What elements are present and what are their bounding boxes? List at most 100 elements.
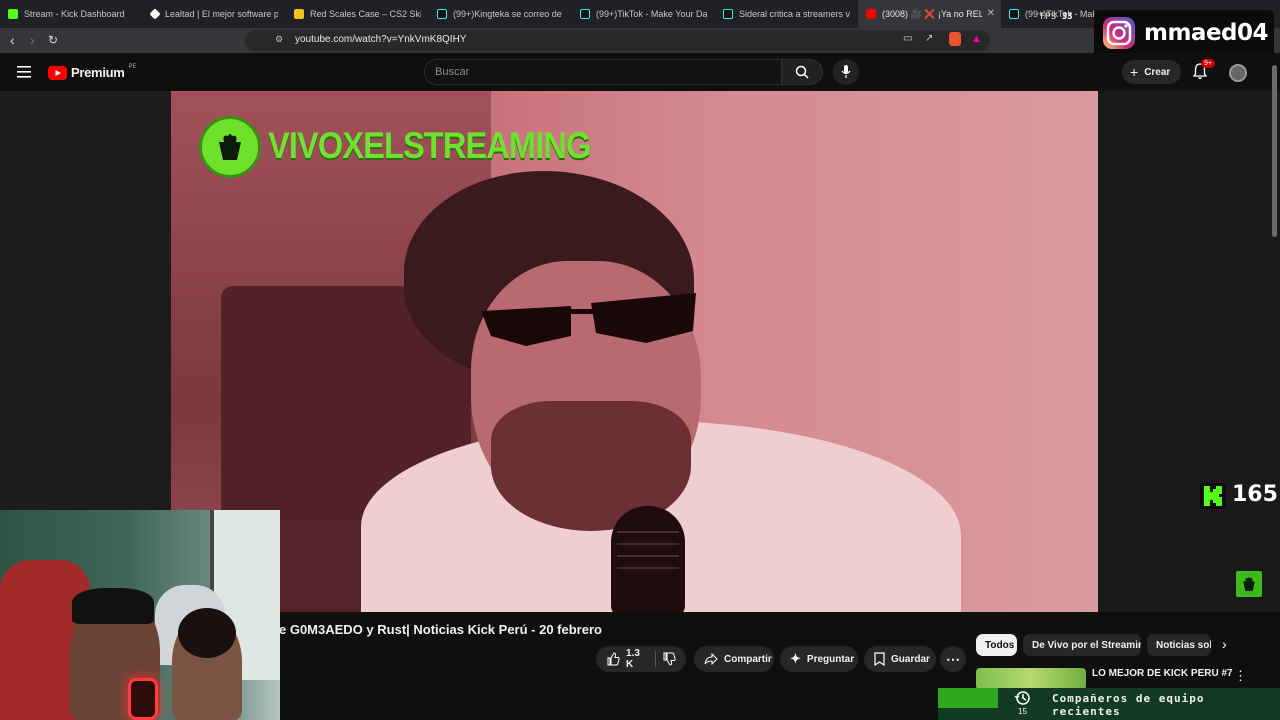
webcam-person-hair (178, 608, 236, 658)
webcam-streamer-hair (72, 588, 154, 624)
tiktok-favicon-icon (580, 9, 590, 19)
notification-badge: 9+ (1201, 59, 1215, 68)
tab-title: (99+)Kingteka se correo de Sa (453, 9, 564, 19)
brave-shield-icon[interactable] (949, 32, 961, 46)
more-horizontal-icon: ⋯ (946, 650, 960, 667)
rewards-icon[interactable]: ▲ (971, 33, 982, 45)
video-player[interactable]: VIVOXELSTREAMING (171, 91, 1098, 612)
chevron-right-icon[interactable]: › (1222, 636, 1227, 652)
tab-title: Sideral critica a streamers vend (739, 9, 850, 19)
forward-icon[interactable]: › (30, 32, 35, 48)
fps-counter: FPS 33 (1040, 12, 1073, 22)
share-icon (704, 653, 718, 665)
browser-tab[interactable]: (99+)TikTok - Make Your Day (572, 0, 715, 28)
kick-favicon-icon (8, 9, 18, 19)
save-button[interactable]: Guardar (864, 646, 936, 672)
menu-icon[interactable] (17, 66, 31, 78)
browser-tab[interactable]: (99+)Kingteka se correo de Sa (429, 0, 572, 28)
tab-title: Stream - Kick Dashboard (24, 9, 125, 19)
thumbs-up-icon (607, 652, 620, 666)
left-margin (0, 91, 171, 510)
back-icon[interactable]: ‹ (10, 32, 15, 48)
create-button[interactable]: + Crear (1122, 60, 1181, 84)
sparkle-icon: ✦ (790, 651, 801, 666)
url-text: youtube.com/watch?v=YnkVmK8QIHY (295, 34, 467, 45)
share-label: Compartir (724, 653, 772, 665)
browser-tab[interactable]: Stream - Kick Dashboard (0, 0, 143, 28)
tiktok-favicon-icon (437, 9, 447, 19)
voice-search-button[interactable] (833, 59, 859, 85)
divider (655, 651, 656, 667)
browser-tab[interactable]: Sideral critica a streamers vend (715, 0, 858, 28)
microphone-grill (617, 543, 679, 545)
search-placeholder: Buscar (435, 66, 470, 78)
share-page-icon[interactable]: ↗ (925, 33, 933, 44)
related-video-thumbnail[interactable] (976, 668, 1086, 690)
tab-title: (99+)TikTok - Make Your Day (596, 9, 707, 19)
close-tab-icon[interactable]: ✕ (987, 8, 995, 19)
more-actions-button[interactable]: ⋯ (940, 646, 966, 672)
cast-icon[interactable]: ▭ (903, 33, 912, 44)
channel-mini-logo (1236, 571, 1262, 597)
create-label: Crear (1144, 66, 1171, 78)
address-bar[interactable]: ⚙ youtube.com/watch?v=YnkVmK8QIHY ▭ ↗ ▲ (245, 30, 990, 51)
ask-button[interactable]: ✦ Preguntar (780, 646, 858, 672)
microphone-grill (617, 555, 679, 557)
tiktok-favicon-icon (723, 9, 733, 19)
brand-logo (199, 116, 261, 178)
share-button[interactable]: Compartir (694, 646, 774, 672)
youtube-header: Premium PE Buscar + Crear 9+ (0, 53, 1280, 91)
bookmark-save-icon (874, 652, 885, 666)
fps-value: 33 (1061, 12, 1073, 22)
microphone-grill (617, 567, 679, 569)
ask-label: Preguntar (806, 653, 855, 665)
scrollbar[interactable] (1272, 65, 1277, 237)
webcam-red-light (128, 678, 158, 720)
plant-pot-icon (219, 134, 241, 160)
microphone-grill (617, 531, 679, 533)
right-margin (1098, 91, 1280, 612)
tab-title: (3008) 🎥 ❌ ¡Ya no RELIN (882, 8, 982, 19)
case-favicon-icon (294, 9, 304, 19)
brand-name: VIVOXELSTREAMING (268, 125, 591, 166)
video-scene-microphone (611, 506, 685, 612)
tab-title: Lealtad | El mejor software para (165, 9, 278, 19)
like-count: 1.3 K (626, 648, 640, 670)
fps-label: FPS (1040, 12, 1057, 22)
related-video-title[interactable]: LO MEJOR DE KICK PERU #7 (1092, 668, 1233, 679)
plant-pot-icon (1243, 577, 1255, 591)
browser-toolbar: ‹ › ↻ ☐ ⚙ youtube.com/watch?v=YnkVmK8QIH… (0, 28, 1280, 53)
plus-icon: + (1130, 64, 1139, 80)
like-button[interactable]: 1.3 K (596, 646, 686, 672)
instagram-icon (1103, 17, 1135, 49)
bottom-accent (938, 688, 998, 708)
history-icon (1014, 691, 1030, 705)
teammates-count: 15 (1018, 707, 1027, 716)
chip-noticias[interactable]: Noticias sob (1147, 634, 1211, 656)
diamond-favicon-icon (149, 8, 161, 20)
webcam-overlay (0, 510, 280, 720)
browser-tab-active[interactable]: (3008) 🎥 ❌ ¡Ya no RELIN ✕ (858, 0, 1001, 28)
save-label: Guardar (891, 653, 930, 665)
search-input[interactable]: Buscar (424, 59, 782, 85)
site-info-icon[interactable]: ⚙ (275, 34, 283, 45)
instagram-handle: mmaed04 (1144, 20, 1269, 46)
reload-icon[interactable]: ↻ (48, 33, 58, 47)
logo-text: Premium (71, 65, 125, 80)
chip-de-vivo[interactable]: De Vivo por el Streaming (1023, 634, 1141, 656)
chip-all[interactable]: Todos (976, 634, 1017, 656)
browser-tab[interactable]: Lealtad | El mejor software para (143, 0, 286, 28)
video-title: e G0M3AEDO y Rust| Noticias Kick Perú - … (279, 622, 602, 637)
more-vertical-icon[interactable]: ⋮ (1234, 668, 1247, 684)
search-button[interactable] (781, 59, 823, 85)
browser-tab-strip: Stream - Kick Dashboard Lealtad | El mej… (0, 0, 1280, 28)
recent-teammates-label: Compañeros de equipo recientes (1052, 692, 1205, 718)
browser-tab[interactable]: Red Scales Case – CS2 Skin Ca (286, 0, 429, 28)
search-icon (795, 65, 809, 79)
youtube-play-icon (48, 65, 67, 80)
youtube-logo[interactable]: Premium PE (48, 64, 137, 80)
notifications-button[interactable]: 9+ (1192, 59, 1215, 85)
avatar[interactable] (1229, 64, 1247, 82)
kick-logo-icon (1200, 483, 1226, 509)
thumbs-down-icon[interactable] (662, 652, 676, 666)
